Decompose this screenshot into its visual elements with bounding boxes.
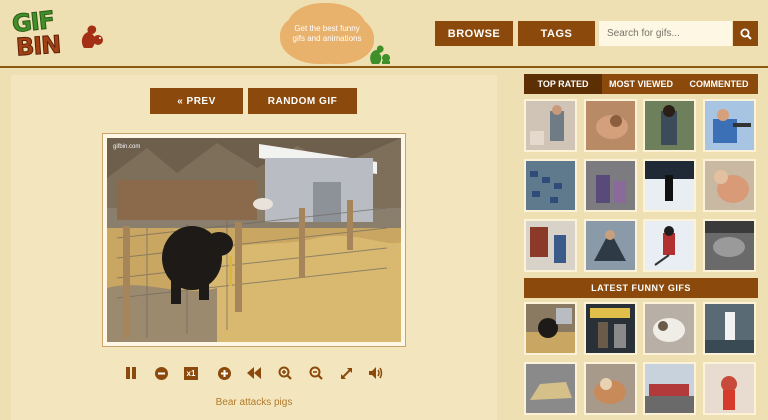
tab-commented[interactable]: COMMENTED [680,74,758,94]
slower-button[interactable] [152,364,170,382]
gif-thumbnail[interactable] [524,362,577,415]
rewind-button[interactable] [245,364,263,382]
zoom-in-icon [278,366,292,380]
gif-thumbnail[interactable] [584,302,637,355]
thumbnail-image [705,221,754,270]
tab-top-rated[interactable]: TOP RATED [524,74,602,94]
gif-viewer[interactable]: gifbin.com [102,133,406,347]
gif-thumbnail[interactable] [703,219,756,272]
thumbnail-image [645,221,694,270]
gif-thumbnail[interactable] [584,219,637,272]
thumbnail-image [645,364,694,413]
thumbnail-image [526,221,575,270]
pause-icon [126,367,136,379]
gif-thumbnail[interactable] [703,159,756,212]
tab-most-viewed[interactable]: MOST VIEWED [602,74,680,94]
pause-button[interactable] [122,364,140,382]
thumbnail-image [705,101,754,150]
gif-thumbnail[interactable] [643,99,696,152]
browse-button[interactable]: BROWSE [435,21,513,46]
thumbnail-image [645,161,694,210]
gif-thumbnail[interactable] [643,219,696,272]
gif-thumbnail[interactable] [643,159,696,212]
gif-thumbnail[interactable] [584,99,637,152]
zoom-out-icon [309,366,323,380]
thumbnail-image [586,101,635,150]
thumbnail-image [705,161,754,210]
thumbnail-image [586,161,635,210]
latest-gifs-header: LATEST FUNNY GIFS [524,278,758,298]
gif-thumbnail[interactable] [524,302,577,355]
gif-title[interactable]: Bear attacks pigs [102,397,406,408]
search-icon [740,28,752,40]
gif-thumbnail[interactable] [584,159,637,212]
site-logo[interactable]: GIF BIN [10,5,106,62]
plus-icon [217,366,231,380]
prev-button[interactable]: « PREV [150,88,243,114]
search-button[interactable] [733,21,758,46]
thumbnail-image [645,101,694,150]
fullscreen-button[interactable] [337,364,355,382]
thumbnail-image [526,161,575,210]
volume-icon [369,367,383,379]
thumbnail-image [586,364,635,413]
fullscreen-icon [340,367,352,379]
thumbnail-image [586,304,635,353]
speed-badge: x1 [183,366,199,380]
zoom-out-button[interactable] [307,364,325,382]
tagline-text: Get the best funny gifs and animations [292,24,362,43]
thumbnail-image [645,304,694,353]
thumbnail-image [705,364,754,413]
gif-thumbnail[interactable] [703,302,756,355]
gif-image: gifbin.com [107,138,401,342]
gif-thumbnail[interactable] [643,302,696,355]
thumbnail-image [526,101,575,150]
thumbnail-image [526,364,575,413]
thumbnail-image [586,221,635,270]
speed-indicator[interactable]: x1 [181,364,201,382]
faster-button[interactable] [215,364,233,382]
gif-thumbnail[interactable] [524,99,577,152]
gif-thumbnail[interactable] [643,362,696,415]
gif-thumbnail[interactable] [703,362,756,415]
gif-watermark: gifbin.com [113,144,140,150]
thumbnail-image [705,304,754,353]
site-header: GIF BIN Get the best funny gifs and anim… [0,0,768,68]
gif-thumbnail[interactable] [703,99,756,152]
gif-thumbnail[interactable] [584,362,637,415]
random-gif-button[interactable]: RANDOM GIF [248,88,357,114]
minus-icon [154,366,168,380]
player-controls: x1 [118,364,388,384]
zoom-in-button[interactable] [276,364,294,382]
squirrel-logo-icon [81,25,103,48]
volume-button[interactable] [367,364,385,382]
gif-thumbnail[interactable] [524,159,577,212]
sidebar-tabs: TOP RATED MOST VIEWED COMMENTED [524,74,758,94]
search-input[interactable] [599,21,732,46]
rewind-icon [247,367,261,379]
logo-text-bin: BIN [15,30,62,62]
tagline-cloud: Get the best funny gifs and animations [286,6,368,62]
gif-thumbnail[interactable] [524,219,577,272]
tags-button[interactable]: TAGS [518,21,595,46]
squirrel-mascot-icon [370,45,390,64]
thumbnail-image [526,304,575,353]
